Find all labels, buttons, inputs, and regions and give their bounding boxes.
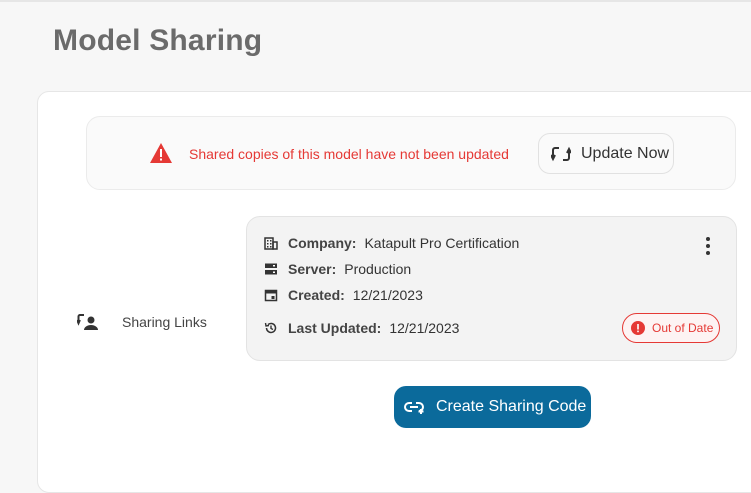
more-options-icon[interactable] (700, 236, 716, 256)
add-link-icon (404, 402, 424, 414)
created-value: 12/21/2023 (352, 287, 423, 303)
create-sharing-code-button[interactable]: Create Sharing Code (394, 386, 591, 428)
status-label: Out of Date (652, 321, 714, 335)
status-badge: Out of Date (622, 313, 720, 343)
warning-icon (150, 143, 172, 163)
update-now-button[interactable]: Update Now (538, 133, 674, 174)
calendar-icon (264, 289, 278, 302)
last-updated-key: Last Updated: (288, 320, 382, 336)
top-divider (0, 0, 751, 2)
company-key: Company: (288, 235, 357, 251)
building-icon (264, 237, 278, 250)
error-icon (631, 321, 645, 335)
last-updated-row: Last Updated: 12/21/2023 (264, 320, 459, 336)
company-row: Company: Katapult Pro Certification (264, 235, 519, 251)
created-row: Created: 12/21/2023 (264, 287, 423, 303)
create-sharing-code-label: Create Sharing Code (436, 398, 587, 415)
sharing-links-icon (77, 314, 98, 330)
server-key: Server: (288, 261, 337, 277)
sync-icon (551, 146, 571, 161)
company-value: Katapult Pro Certification (364, 235, 520, 251)
created-key: Created: (288, 287, 345, 303)
server-icon (265, 263, 277, 275)
history-icon (264, 322, 277, 334)
page-title: Model Sharing (53, 24, 263, 57)
alert-message: Shared copies of this model have not bee… (189, 146, 509, 162)
last-updated-value: 12/21/2023 (389, 320, 460, 336)
update-now-label: Update Now (581, 144, 670, 162)
server-value: Production (344, 261, 412, 277)
server-row: Server: Production (264, 261, 411, 277)
sharing-links-label: Sharing Links (122, 314, 207, 330)
